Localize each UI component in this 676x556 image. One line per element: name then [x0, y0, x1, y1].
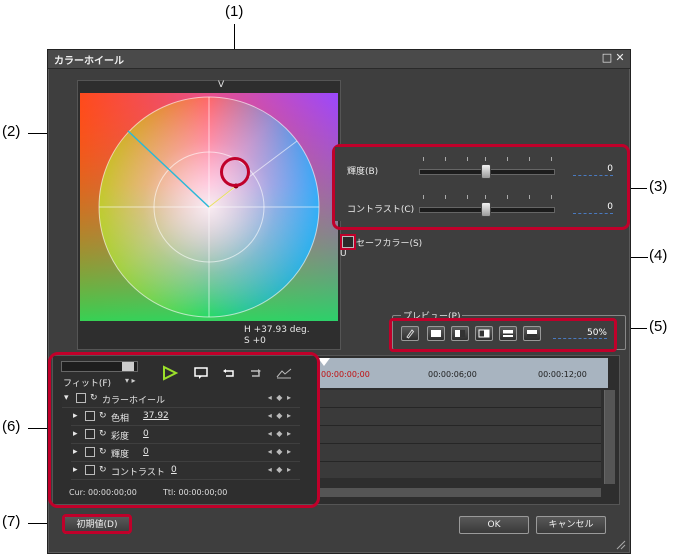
u-axis-label: U: [340, 249, 347, 259]
keyframe-grid[interactable]: [318, 390, 601, 478]
vertical-scrollbar[interactable]: [604, 390, 615, 484]
brightness-slider-thumb[interactable]: [481, 164, 491, 179]
color-wheel[interactable]: [78, 91, 340, 323]
callout-2: (2): [2, 123, 21, 140]
callout-6-frame: [48, 352, 320, 508]
safe-color-label[interactable]: セーフカラー(S): [356, 236, 422, 249]
ruler-time-0: 00:00:00;00: [321, 370, 370, 379]
close-icon[interactable]: ✕: [614, 52, 626, 64]
ruler-time-2: 00:00:12;00: [538, 370, 587, 379]
contrast-slider-thumb[interactable]: [481, 202, 491, 217]
ok-button[interactable]: OK: [459, 516, 529, 534]
callout-4: (4): [649, 247, 668, 264]
callout-6-line: [28, 428, 48, 429]
callout-4-frame: [340, 234, 356, 250]
callout-5-frame: [389, 318, 617, 352]
callout-1: (1): [225, 3, 244, 20]
slider-group: 輝度(B) 0 コントラスト(C) 0: [335, 147, 621, 221]
title-bar[interactable]: カラーホイール □ ✕: [48, 50, 630, 69]
ruler-time-1: 00:00:06;00: [428, 370, 477, 379]
resize-grip-icon[interactable]: [614, 538, 626, 550]
contrast-label: コントラスト(C): [347, 205, 415, 215]
maximize-icon[interactable]: □: [601, 52, 613, 64]
callout-7: (7): [2, 513, 21, 530]
v-axis-label: V: [218, 80, 225, 90]
callout-7-frame: [62, 514, 132, 534]
brightness-label: 輝度(B): [347, 167, 379, 177]
saturation-readout: S +0: [244, 336, 266, 346]
hue-readout: H +37.93 deg.: [244, 325, 310, 335]
callout-5: (5): [649, 318, 668, 335]
timeline-ruler[interactable]: 00:00:00;00 00:00:06;00 00:00:12;00: [318, 358, 608, 388]
contrast-value[interactable]: 0: [573, 202, 613, 214]
cancel-button[interactable]: キャンセル: [536, 516, 606, 534]
callout-6: (6): [2, 418, 21, 435]
color-wheel-panel: V U H +37.93 deg. S +0: [77, 80, 347, 350]
callout-3: (3): [649, 178, 668, 195]
callout-1-marker: [220, 157, 250, 187]
window-title: カラーホイール: [54, 56, 124, 67]
brightness-value[interactable]: 0: [573, 164, 613, 176]
horizontal-scrollbar[interactable]: [318, 488, 601, 497]
